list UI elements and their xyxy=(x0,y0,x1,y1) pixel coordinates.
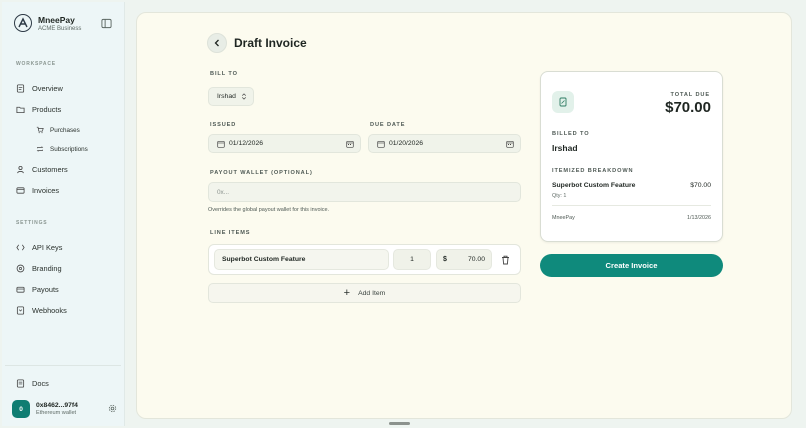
sidebar-item-label: Docs xyxy=(32,378,49,388)
payout-wallet-label: PAYOUT WALLET (OPTIONAL) xyxy=(210,170,313,176)
line-item-price-input[interactable]: $ 70.00 xyxy=(436,249,492,270)
sidebar-item-label: Customers xyxy=(32,164,68,174)
payout-wallet-placeholder: 0x... xyxy=(217,188,230,196)
issued-date-value: 01/12/2026 xyxy=(229,140,264,147)
sidebar-item-subscriptions[interactable]: Subscriptions xyxy=(36,142,88,156)
line-item-name-input[interactable]: Superbot Custom Feature xyxy=(214,249,389,270)
sidebar-item-label: Purchases xyxy=(50,126,80,134)
issued-label: ISSUED xyxy=(210,122,237,128)
bill-to-label: BILL TO xyxy=(210,71,238,77)
back-button[interactable] xyxy=(207,33,227,53)
sidebar-item-invoices[interactable]: Invoices xyxy=(16,183,59,197)
brand-name: MneePay xyxy=(38,14,75,25)
breakdown-item-qty: Qty: 1 xyxy=(552,193,567,199)
line-item-price-value: 70.00 xyxy=(467,256,485,263)
code-icon xyxy=(16,244,25,250)
issued-date-field[interactable]: 01/12/2026 xyxy=(208,134,361,153)
sidebar-item-webhooks[interactable]: Webhooks xyxy=(16,303,67,317)
brand[interactable]: MneePay ACME Business xyxy=(14,14,81,32)
calendar-icon xyxy=(217,140,225,148)
app-logo-icon xyxy=(14,14,32,32)
payout-wallet-hint: Overrides the global payout wallet for t… xyxy=(208,207,330,213)
sidebar-item-label: API Keys xyxy=(32,242,63,252)
plus-icon: + xyxy=(343,287,351,299)
line-item-row: Superbot Custom Feature 1 $ 70.00 xyxy=(208,244,521,275)
billed-to-label: BILLED TO xyxy=(552,131,590,137)
payout-icon xyxy=(16,286,25,293)
gear-icon[interactable] xyxy=(108,404,117,413)
section-label-workspace: WORKSPACE xyxy=(16,61,56,67)
calendar-icon[interactable] xyxy=(346,140,354,148)
sidebar-item-label: Branding xyxy=(32,263,62,273)
wallet-network: Ethereum wallet xyxy=(36,410,77,416)
line-items-label: LINE ITEMS xyxy=(210,230,251,236)
sidebar-item-label: Invoices xyxy=(32,185,60,195)
calendar-icon[interactable] xyxy=(506,140,514,148)
document-icon xyxy=(552,91,574,113)
cart-icon xyxy=(36,126,44,134)
total-due-label: TOTAL DUE xyxy=(670,92,710,98)
due-date-value: 01/20/2026 xyxy=(389,140,424,147)
back-arrow-icon xyxy=(214,39,219,47)
scroll-handle[interactable] xyxy=(389,422,410,425)
summary-issuer: MneePay xyxy=(552,215,575,221)
due-date-label: DUE DATE xyxy=(370,122,406,128)
app-window: MneePay ACME Business WORKSPACE Overview… xyxy=(0,0,806,428)
sidebar-item-products[interactable]: Products xyxy=(16,102,61,116)
folder-icon xyxy=(16,106,25,113)
total-due-value: $70.00 xyxy=(665,99,711,116)
sidebar-toggle-icon[interactable] xyxy=(101,18,112,29)
sidebar-divider xyxy=(5,365,121,366)
breakdown-label: ITEMIZED BREAKDOWN xyxy=(552,168,634,174)
create-invoice-button[interactable]: Create Invoice xyxy=(540,254,723,277)
invoice-summary-card: TOTAL DUE $70.00 BILLED TO Irshad ITEMIZ… xyxy=(540,71,723,242)
invoice-icon xyxy=(16,186,25,194)
sidebar-item-docs[interactable]: Docs xyxy=(16,376,49,390)
bill-to-value: Irshad xyxy=(217,93,236,100)
brand-subtitle: ACME Business xyxy=(38,25,82,32)
billed-to-name: Irshad xyxy=(552,143,578,153)
section-label-settings: SETTINGS xyxy=(16,220,48,226)
sidebar-item-payouts[interactable]: Payouts xyxy=(16,282,59,296)
sidebar-item-label: Payouts xyxy=(32,284,59,294)
sidebar-item-api-keys[interactable]: API Keys xyxy=(16,240,62,254)
trash-icon[interactable] xyxy=(501,255,510,265)
due-date-field[interactable]: 01/20/2026 xyxy=(368,134,521,153)
wallet-address: 0x8462...97f4 xyxy=(36,402,78,409)
wallet-account[interactable]: 0 0x8462...97f4 Ethereum wallet xyxy=(12,400,78,418)
breakdown-item-name: Superbot Custom Feature xyxy=(552,182,636,189)
divider xyxy=(552,205,711,206)
sidebar-item-label: Subscriptions xyxy=(50,145,88,153)
sidebar-item-purchases[interactable]: Purchases xyxy=(36,123,80,137)
webhook-icon xyxy=(16,305,25,315)
sidebar-item-label: Overview xyxy=(32,83,63,93)
chevron-updown-icon xyxy=(241,93,246,100)
docs-icon xyxy=(16,378,25,388)
sidebar-item-overview[interactable]: Overview xyxy=(16,81,63,95)
overview-icon xyxy=(16,83,25,93)
repeat-icon xyxy=(36,146,44,152)
add-item-label: Add Item xyxy=(358,289,386,297)
summary-date: 1/13/2026 xyxy=(687,215,711,221)
sidebar-item-label: Products xyxy=(32,104,62,114)
main-panel: Draft Invoice BILL TO Irshad ISSUED 01/1… xyxy=(136,12,792,419)
page-title: Draft Invoice xyxy=(234,36,307,50)
sidebar-item-customers[interactable]: Customers xyxy=(16,162,68,176)
bill-to-select[interactable]: Irshad xyxy=(208,87,254,106)
sidebar-item-label: Webhooks xyxy=(32,305,67,315)
calendar-icon xyxy=(377,140,385,148)
palette-icon xyxy=(16,264,25,272)
line-item-qty-input[interactable]: 1 xyxy=(393,249,431,270)
avatar: 0 xyxy=(12,400,30,418)
sidebar: MneePay ACME Business WORKSPACE Overview… xyxy=(2,2,125,426)
breakdown-item-amount: $70.00 xyxy=(690,182,711,189)
user-icon xyxy=(17,165,24,173)
add-item-button[interactable]: + Add Item xyxy=(208,283,521,303)
sidebar-item-branding[interactable]: Branding xyxy=(16,261,62,275)
payout-wallet-input[interactable]: 0x... xyxy=(208,182,521,202)
currency-symbol: $ xyxy=(443,256,447,263)
